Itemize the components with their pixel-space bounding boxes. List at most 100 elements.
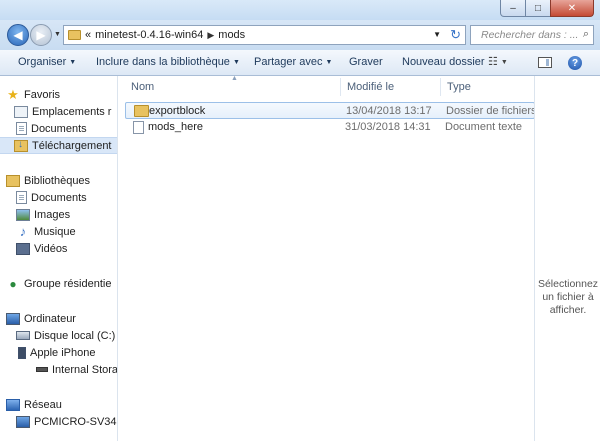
back-button[interactable]: ◀ xyxy=(7,24,29,46)
sidebar-label: Vidéos xyxy=(34,242,68,255)
forward-button[interactable]: ▶ xyxy=(30,24,52,46)
file-type: Dossier de fichiers xyxy=(446,105,537,117)
music-note-icon: ♪ xyxy=(19,223,27,239)
sidebar-label: Internal Storag xyxy=(52,363,118,376)
window-controls: – □ ✕ xyxy=(500,0,594,17)
breadcrumb-minetest[interactable]: minetest-0.4.16-win64 xyxy=(95,29,203,41)
search-icon[interactable]: ⌕ xyxy=(583,28,589,41)
preview-message: Sélectionnez un fichier à afficher. xyxy=(535,278,600,317)
column-header-label: Nom xyxy=(131,81,155,93)
file-modified: 31/03/2018 14:31 xyxy=(345,121,431,133)
folder-icon xyxy=(68,30,81,40)
sidebar-label: Images xyxy=(34,208,71,221)
document-icon xyxy=(16,122,27,135)
preview-message-line: afficher. xyxy=(549,304,587,316)
include-library-label: Inclure dans la bibliothèque xyxy=(96,56,230,68)
sidebar-item-images[interactable]: Images xyxy=(16,206,117,223)
breadcrumb-separator-icon[interactable]: ▶ xyxy=(207,30,214,41)
address-overflow-chevron[interactable]: « xyxy=(85,29,91,41)
address-row: ◀ ▶ ▼ « minetest-0.4.16-win64 ▶ mods ▼ ↻… xyxy=(0,20,600,50)
new-folder-button[interactable]: Nouveau dossier xyxy=(402,56,485,68)
back-arrow-icon: ◀ xyxy=(13,28,23,42)
sidebar-item-documents-fav[interactable]: Documents xyxy=(16,120,117,137)
sidebar-item-reseau[interactable]: Réseau xyxy=(6,396,117,413)
chevron-down-icon: ▼ xyxy=(500,59,508,66)
sidebar-item-telechargements[interactable]: Téléchargement xyxy=(0,137,117,154)
new-folder-label: Nouveau dossier xyxy=(402,56,485,68)
network-icon xyxy=(6,398,20,411)
images-icon xyxy=(16,208,30,221)
star-icon: ★ xyxy=(7,86,19,102)
address-dropdown-icon[interactable]: ▼ xyxy=(433,30,441,39)
column-divider[interactable] xyxy=(440,78,441,96)
title-bar: – □ ✕ xyxy=(0,0,600,20)
recent-places-icon xyxy=(14,105,28,118)
recent-pages-dropdown[interactable]: ▼ xyxy=(54,31,61,38)
forward-arrow-icon: ▶ xyxy=(36,28,46,42)
computer-icon xyxy=(16,415,30,428)
hard-drive-icon xyxy=(16,331,30,340)
organize-button[interactable]: Organiser ▼ xyxy=(18,56,76,68)
file-row-exportblock[interactable]: exportblock 13/04/2018 13:17 Dossier de … xyxy=(125,102,537,119)
minimize-button[interactable]: – xyxy=(500,0,526,17)
sidebar-label: Emplacements r xyxy=(32,105,112,118)
file-row-mods-here[interactable]: mods_here 31/03/2018 14:31 Document text… xyxy=(125,119,535,136)
storage-icon xyxy=(36,367,48,372)
document-icon xyxy=(16,191,27,204)
file-name: exportblock xyxy=(149,105,206,117)
sidebar-item-internal-storage[interactable]: Internal Storag xyxy=(36,361,118,378)
column-header-type[interactable]: Type xyxy=(447,76,471,98)
sidebar-item-groupe[interactable]: ● Groupe résidentie xyxy=(6,275,117,292)
column-divider[interactable] xyxy=(340,78,341,96)
refresh-icon[interactable]: ↻ xyxy=(450,27,461,43)
chevron-down-icon: ▼ xyxy=(325,59,333,66)
burn-button[interactable]: Graver xyxy=(349,56,383,68)
sidebar-label: Bibliothèques xyxy=(24,174,91,187)
sidebar-label: Musique xyxy=(34,225,76,238)
video-icon xyxy=(16,242,30,255)
column-header-modified[interactable]: Modifié le xyxy=(347,76,394,98)
column-header-name[interactable]: Nom xyxy=(131,76,154,98)
sidebar-item-videos[interactable]: Vidéos xyxy=(16,240,117,257)
folder-icon xyxy=(134,105,149,117)
sidebar-label: Téléchargement xyxy=(32,139,112,152)
sidebar-item-pcmicro[interactable]: PCMICRO-SV34 xyxy=(16,413,117,430)
view-options-button[interactable]: ☷ ▼ xyxy=(488,55,508,68)
help-button[interactable]: ? xyxy=(568,56,582,70)
sidebar-item-bibliotheques[interactable]: Bibliothèques xyxy=(6,172,117,189)
sidebar-label: PCMICRO-SV34 xyxy=(34,415,117,428)
phone-icon xyxy=(18,346,26,359)
sidebar-label: Disque local (C:) xyxy=(34,329,116,342)
sidebar-label: Réseau xyxy=(24,398,62,411)
sidebar-item-disque[interactable]: Disque local (C:) xyxy=(16,327,117,344)
close-button[interactable]: ✕ xyxy=(550,0,594,17)
burn-label: Graver xyxy=(349,56,383,68)
chevron-down-icon: ▼ xyxy=(69,59,77,66)
downloads-folder-icon xyxy=(14,139,28,152)
maximize-button[interactable]: □ xyxy=(525,0,551,17)
chevron-down-icon: ▼ xyxy=(232,59,240,66)
address-bar[interactable]: « minetest-0.4.16-win64 ▶ mods ▼ ↻ xyxy=(63,25,466,45)
sidebar-item-favorites[interactable]: ★ Favoris xyxy=(6,86,117,103)
sidebar-item-iphone[interactable]: Apple iPhone xyxy=(18,344,117,361)
preview-pane-button[interactable] xyxy=(538,57,552,68)
file-name: mods_here xyxy=(148,121,204,133)
sidebar-label: Documents xyxy=(31,122,87,135)
sidebar-label: Favoris xyxy=(24,88,61,101)
search-input[interactable]: Rechercher dans : ... ⌕ xyxy=(470,25,594,45)
sort-ascending-icon: ▲ xyxy=(231,75,238,82)
include-library-button[interactable]: Inclure dans la bibliothèque ▼ xyxy=(96,56,240,68)
preview-message-line: un fichier à xyxy=(542,291,594,303)
sidebar-label: Apple iPhone xyxy=(30,346,96,359)
help-icon: ? xyxy=(571,57,579,69)
navigation-pane: ★ Favoris Emplacements r Documents Téléc… xyxy=(0,76,118,441)
breadcrumb-mods[interactable]: mods xyxy=(218,29,245,41)
file-modified: 13/04/2018 13:17 xyxy=(346,105,432,117)
column-header-label: Type xyxy=(447,81,471,93)
sidebar-item-documents-lib[interactable]: Documents xyxy=(16,189,117,206)
sidebar-item-emplacements[interactable]: Emplacements r xyxy=(14,103,117,120)
share-button[interactable]: Partager avec ▼ xyxy=(254,56,332,68)
sidebar-item-ordinateur[interactable]: Ordinateur xyxy=(6,310,117,327)
share-label: Partager avec xyxy=(254,56,323,68)
sidebar-item-musique[interactable]: ♪ Musique xyxy=(16,223,117,240)
